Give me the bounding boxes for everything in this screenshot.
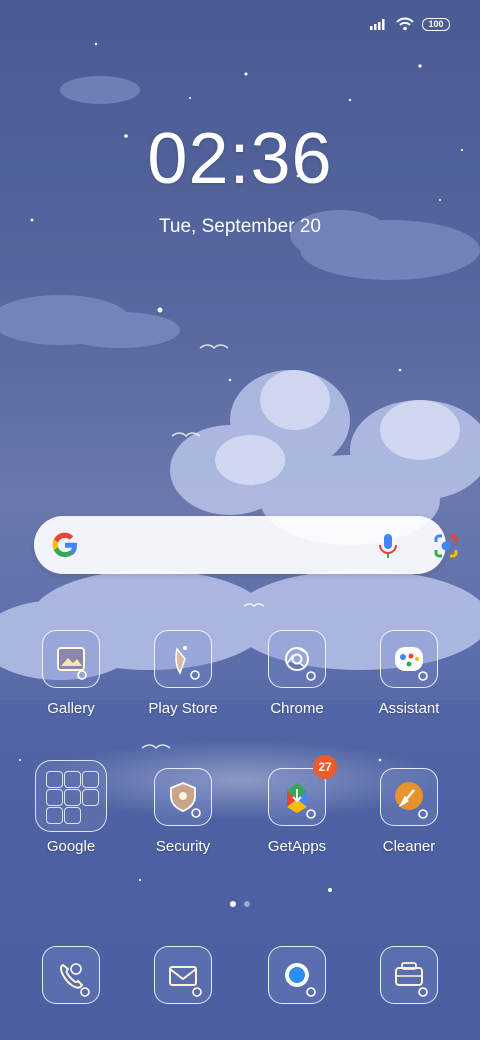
date: Tue, September 20 (159, 216, 321, 237)
getapps-icon: 27 (268, 755, 337, 826)
app-label: Assistant (378, 700, 440, 717)
app-label: Cleaner (382, 838, 436, 855)
notification-badge: 27 (313, 755, 337, 779)
app-assistant[interactable]: Assistant (352, 630, 466, 717)
phone-icon (42, 946, 100, 1004)
app-gallery[interactable]: Gallery (14, 630, 128, 717)
page-dot-active[interactable] (230, 901, 236, 907)
app-label: Chrome (270, 700, 324, 717)
app-cleaner[interactable]: Cleaner (352, 768, 466, 855)
app-play-store[interactable]: Play Store (126, 630, 240, 717)
app-getapps[interactable]: 27 GetApps (240, 755, 354, 855)
app-label: Gallery (47, 700, 95, 717)
clock: 02:36 (147, 119, 333, 199)
app-label: Google (46, 838, 96, 855)
chrome-icon (268, 630, 326, 688)
battery-icon: 100 (422, 17, 450, 31)
signal-icon (370, 19, 385, 30)
browser-icon (268, 946, 326, 1004)
app-security[interactable]: Security (126, 768, 240, 855)
mini-app-icon (82, 771, 99, 788)
lens-icon[interactable] (432, 532, 460, 560)
mini-app-icon (46, 771, 63, 788)
folder-google[interactable]: Google (14, 760, 128, 855)
dock-browser[interactable] (240, 946, 354, 1004)
play-store-icon (154, 630, 212, 688)
camera-icon (380, 946, 438, 1004)
mic-icon[interactable] (376, 532, 400, 560)
app-label: GetApps (267, 838, 327, 855)
google-search-bar[interactable] (34, 516, 458, 574)
mini-app-icon (64, 807, 81, 824)
dock-phone[interactable] (14, 946, 128, 1004)
app-label: Play Store (148, 700, 218, 717)
google-logo-icon (52, 532, 77, 558)
page-indicator (0, 901, 480, 907)
battery-level: 100 (428, 19, 444, 29)
dock-camera[interactable] (352, 946, 466, 1004)
wifi-icon (396, 17, 414, 31)
mini-app-icon (64, 771, 81, 788)
mini-app-icon (64, 789, 81, 806)
app-label: Security (155, 838, 211, 855)
mini-app-icon (82, 789, 99, 806)
messages-icon (154, 946, 212, 1004)
mini-app-icon (46, 789, 63, 806)
mini-app-icon (46, 807, 63, 824)
app-chrome[interactable]: Chrome (240, 630, 354, 717)
folder-icon (35, 760, 107, 832)
status-bar: 100 (370, 14, 450, 34)
cleaner-icon (380, 768, 438, 826)
security-icon (154, 768, 212, 826)
assistant-icon (380, 630, 438, 688)
page-dot[interactable] (244, 901, 250, 907)
gallery-icon (42, 630, 100, 688)
dock-messages[interactable] (126, 946, 240, 1004)
